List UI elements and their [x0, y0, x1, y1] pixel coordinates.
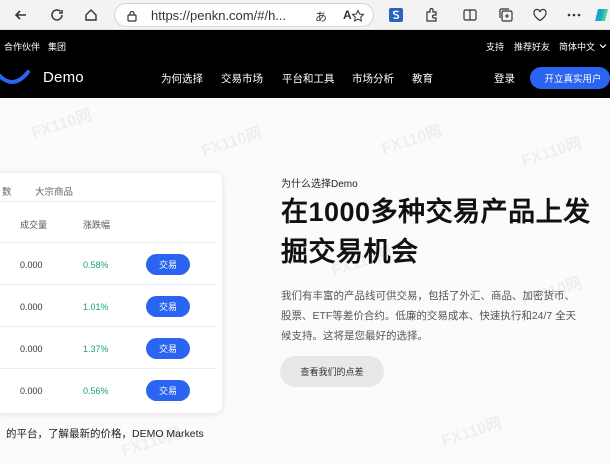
nav-item-why[interactable]: 为何选择 [161, 71, 203, 86]
collections-icon[interactable] [496, 5, 516, 25]
row-3-volume: 0.000 [20, 344, 43, 354]
open-account-button[interactable]: 开立真实用户 [530, 67, 610, 89]
nav-item-markets[interactable]: 交易市场 [221, 71, 263, 86]
translate-icon[interactable]: あ [315, 8, 327, 25]
view-spreads-button[interactable]: 查看我们的点差 [280, 356, 384, 387]
row-1-change: 0.58% [83, 260, 109, 270]
topbar-partner-link[interactable]: 合作伙伴 [4, 40, 40, 53]
row-4-trade-button[interactable]: 交易 [146, 380, 190, 401]
watermark: FX110网 [439, 414, 505, 451]
site-topbar: 合作伙伴 集团 支持 推荐好友 简体中文 [0, 30, 610, 60]
extensions-puzzle-icon[interactable] [422, 5, 442, 25]
watermark: FX110网 [29, 106, 95, 143]
row-1-trade-button[interactable]: 交易 [146, 254, 190, 275]
favorite-star-icon[interactable] [351, 9, 365, 23]
tab-commodities[interactable]: 大宗商品 [35, 184, 73, 198]
address-bar[interactable]: https://penkn.com/#/h... あ A [114, 3, 374, 27]
divider [0, 201, 216, 202]
chevron-down-icon [599, 44, 607, 49]
divider [0, 368, 216, 369]
logo-mark-icon [0, 70, 30, 84]
divider [0, 242, 216, 243]
nav-item-education[interactable]: 教育 [412, 71, 433, 86]
divider [0, 284, 216, 285]
url-text: https://penkn.com/#/h... [151, 8, 287, 23]
column-header-change: 涨跌幅 [83, 220, 111, 230]
row-1-volume: 0.000 [20, 260, 43, 270]
row-3-trade-button[interactable]: 交易 [146, 338, 190, 359]
row-2-change: 1.01% [83, 302, 109, 312]
column-header-volume: 成交量 [20, 220, 48, 230]
watermark: FX110网 [519, 134, 585, 171]
hero-headline: 在1000多种交易产品上发掘交易机会 [281, 197, 591, 267]
lock-icon [127, 10, 137, 22]
more-menu-icon[interactable] [564, 5, 584, 25]
tab-partial[interactable]: 数 [2, 184, 12, 198]
main-navigation: Demo 为何选择 交易市场 平台和工具 市场分析 教育 登录 开立真实用户 [0, 60, 610, 98]
topbar-refer-link[interactable]: 推荐好友 [514, 40, 550, 53]
divider [0, 326, 216, 327]
nav-item-platforms[interactable]: 平台和工具 [282, 71, 335, 86]
row-4-change: 0.56% [83, 386, 109, 396]
language-selector[interactable]: 简体中文 [559, 40, 607, 53]
topbar-group-link[interactable]: 集团 [48, 40, 66, 53]
browser-toolbar: https://penkn.com/#/h... あ A [0, 0, 610, 30]
section-eyebrow: 为什么选择Demo [281, 179, 358, 190]
back-icon[interactable] [10, 4, 32, 26]
split-screen-icon[interactable] [460, 5, 480, 25]
login-link[interactable]: 登录 [494, 71, 515, 86]
extension-s-icon[interactable] [386, 5, 406, 25]
hero-section: 数 大宗商品 成交量 涨跌幅 0.000 0.58% 交易 0.000 1.01… [0, 98, 610, 463]
nav-item-analysis[interactable]: 市场分析 [352, 71, 394, 86]
topbar-support-link[interactable]: 支持 [486, 40, 504, 53]
watermark: FX110网 [379, 122, 445, 159]
copilot-icon[interactable] [594, 5, 610, 25]
row-3-change: 1.37% [83, 344, 109, 354]
language-label: 简体中文 [559, 42, 596, 52]
row-4-volume: 0.000 [20, 386, 43, 396]
row-2-trade-button[interactable]: 交易 [146, 296, 190, 317]
row-2-volume: 0.000 [20, 302, 43, 312]
browser-essentials-icon[interactable] [530, 5, 550, 25]
logo-text[interactable]: Demo [43, 69, 84, 86]
market-card [0, 173, 222, 413]
home-icon[interactable] [80, 4, 102, 26]
platform-note: 的平台，了解最新的价格，DEMO Markets [6, 428, 204, 440]
refresh-icon[interactable] [46, 4, 68, 26]
hero-description: 我们有丰富的产品线可供交易，包括了外汇、商品、加密货币、股票、ETF等差价合约。… [281, 290, 577, 342]
watermark: FX110网 [199, 124, 265, 161]
